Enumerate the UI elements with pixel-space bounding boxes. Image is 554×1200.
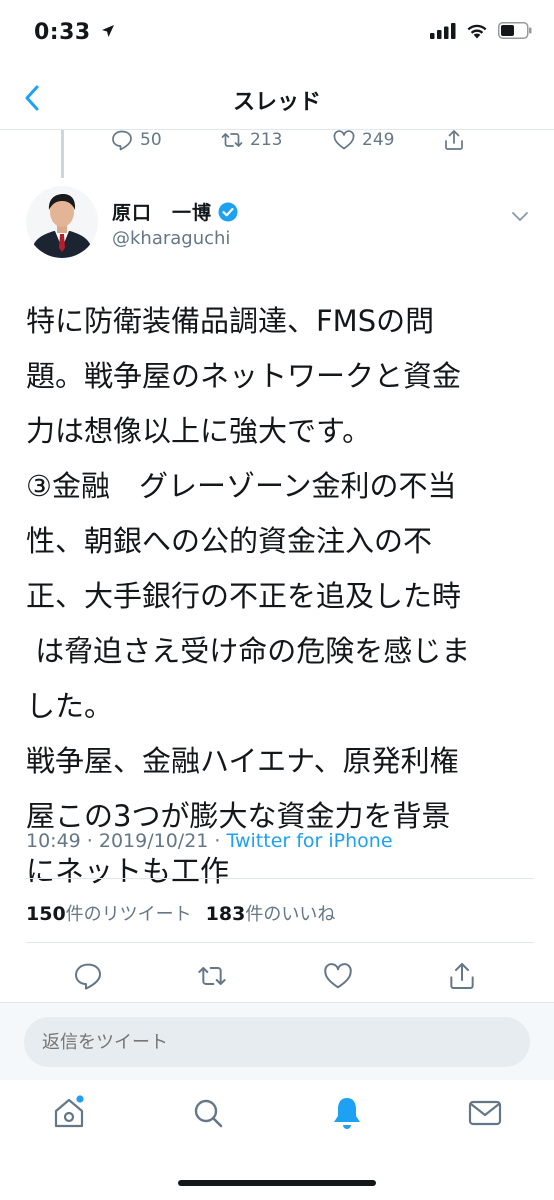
- status-time: 0:33: [34, 20, 115, 45]
- retweet-icon: [198, 967, 226, 985]
- tweet-actions: [0, 958, 554, 998]
- tab-messages[interactable]: [466, 1094, 504, 1132]
- status-bar: 0:33: [0, 0, 554, 66]
- messages-icon: [468, 1100, 502, 1126]
- previous-tweet-actions: 50 213 249: [0, 126, 554, 160]
- like-count-link[interactable]: 183件のいいね: [206, 900, 336, 926]
- share-icon: [450, 963, 474, 989]
- reply-button[interactable]: [72, 960, 104, 992]
- search-icon: [194, 1099, 223, 1128]
- tab-home[interactable]: [50, 1094, 88, 1132]
- avatar-photo: [26, 186, 98, 258]
- battery-icon: [498, 22, 532, 39]
- reply-icon: [75, 963, 101, 990]
- like-button[interactable]: [322, 960, 354, 992]
- share-icon: [445, 130, 463, 150]
- author-name-row[interactable]: 原口 一博: [112, 198, 238, 225]
- retweet-icon: [221, 133, 243, 147]
- verified-badge-icon: [218, 202, 238, 221]
- divider: [26, 942, 534, 943]
- home-indicator: [178, 1180, 376, 1186]
- prev-retweet-button[interactable]: 213: [220, 128, 282, 152]
- wifi-icon: [467, 24, 487, 38]
- divider: [26, 878, 534, 879]
- like-icon: [333, 130, 355, 150]
- avatar[interactable]: [26, 186, 98, 258]
- home-icon: [54, 1095, 84, 1128]
- tab-notifications[interactable]: [328, 1094, 366, 1132]
- prev-like-button[interactable]: 249: [332, 128, 394, 152]
- prev-reply-button[interactable]: 50: [110, 128, 162, 152]
- reply-input[interactable]: [24, 1017, 530, 1067]
- tweet-text: 特に防衛装備品調達、FMSの問 題。戦争屋のネットワークと資金 力は想像以上に強…: [26, 304, 471, 888]
- reply-composer-bar: [0, 1002, 554, 1080]
- tweet-options-button[interactable]: [508, 204, 532, 228]
- location-arrow-icon: [101, 25, 114, 37]
- nav-bar: スレッド: [0, 66, 554, 130]
- prev-share-button[interactable]: [442, 128, 466, 152]
- notifications-icon: [334, 1098, 360, 1129]
- tweet-timestamp: 10:49 · 2019/10/21 · Twitter for iPhone: [26, 830, 393, 852]
- caret-down-icon: [512, 212, 528, 221]
- engagement-counts: 150件のリツイート 183件のいいね: [26, 900, 335, 926]
- page-title: スレッド: [232, 90, 321, 115]
- share-button[interactable]: [446, 960, 478, 992]
- retweet-button[interactable]: [196, 960, 228, 992]
- retweet-count-link[interactable]: 150件のリツイート: [26, 900, 192, 926]
- cellular-signal-icon: [430, 22, 456, 39]
- tweet-source-link[interactable]: Twitter for iPhone: [227, 830, 393, 852]
- like-icon: [324, 963, 352, 989]
- author-handle[interactable]: @kharaguchi: [112, 228, 230, 249]
- tab-search[interactable]: [189, 1094, 227, 1132]
- author-name[interactable]: 原口 一博: [112, 198, 212, 225]
- reply-icon: [112, 130, 132, 151]
